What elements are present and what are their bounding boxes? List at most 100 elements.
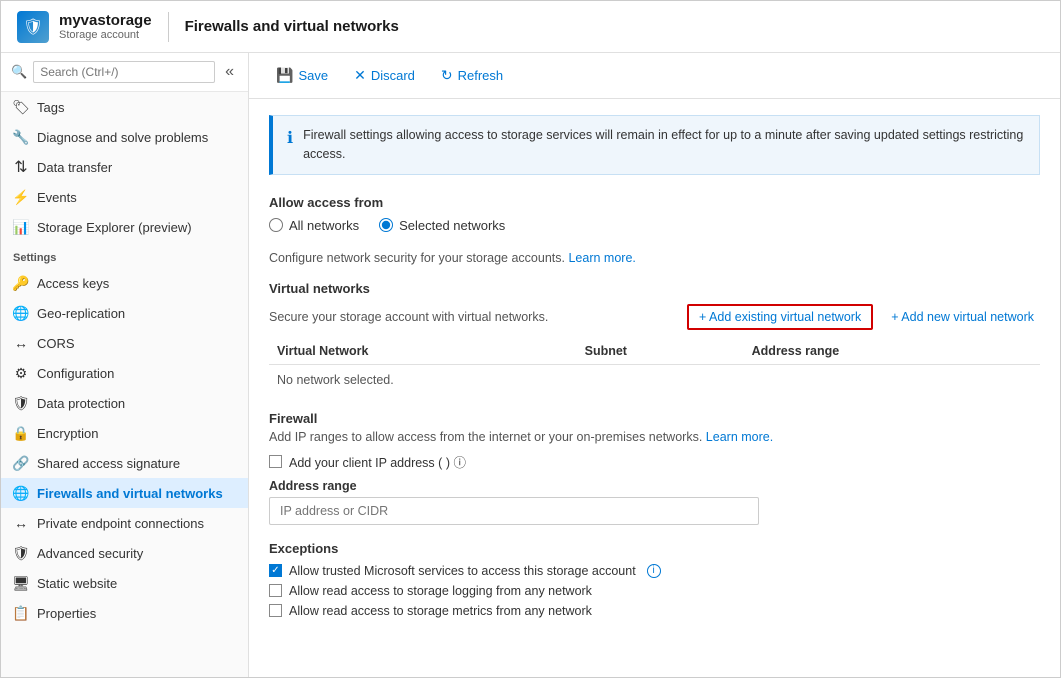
sidebar-item-events[interactable]: ⚡ Events <box>1 182 248 212</box>
vn-title: Virtual networks <box>269 281 370 296</box>
sidebar-label-access-keys: Access keys <box>37 276 109 291</box>
virtual-networks-table: Virtual Network Subnet Address range No … <box>269 338 1040 395</box>
sidebar-label-shared-access-signature: Shared access signature <box>37 456 180 471</box>
save-button[interactable]: 💾 Save <box>265 61 339 90</box>
sidebar-item-access-keys[interactable]: 🔑 Access keys <box>1 268 248 298</box>
cors-icon: ↔ <box>13 335 29 351</box>
read-logging-label: Allow read access to storage logging fro… <box>289 584 592 598</box>
no-network-text: No network selected. <box>269 364 1040 395</box>
search-bar[interactable]: 🔍 « <box>1 53 248 92</box>
sidebar-item-cors[interactable]: ↔ CORS <box>1 328 248 358</box>
read-logging-checkbox[interactable] <box>269 584 282 597</box>
sidebar-item-properties[interactable]: 📋 Properties <box>1 598 248 628</box>
sidebar-item-private-endpoint[interactable]: ↔ Private endpoint connections <box>1 508 248 538</box>
read-metrics-label: Allow read access to storage metrics fro… <box>289 604 592 618</box>
exception-read-logging[interactable]: Allow read access to storage logging fro… <box>269 584 1040 598</box>
sidebar-label-private-endpoint: Private endpoint connections <box>37 516 204 531</box>
radio-all-networks-label: All networks <box>289 218 359 233</box>
info-banner-icon: ℹ <box>287 127 293 151</box>
content-area: ℹ Firewall settings allowing access to s… <box>249 99 1060 677</box>
sidebar-label-static-website: Static website <box>37 576 117 591</box>
radio-all-networks-input[interactable] <box>269 218 283 232</box>
sidebar-label-tags: Tags <box>37 100 64 115</box>
sidebar-item-advanced-security[interactable]: 🛡 Advanced security <box>1 538 248 568</box>
data-transfer-icon: ⇅ <box>13 159 29 175</box>
geo-replication-icon: 🌐 <box>13 305 29 321</box>
address-range-label: Address range <box>269 479 1040 493</box>
sidebar-item-encryption[interactable]: 🔒 Encryption <box>1 418 248 448</box>
client-ip-checkbox[interactable] <box>269 455 282 468</box>
advanced-security-icon: 🛡 <box>13 545 29 561</box>
sidebar-item-data-transfer[interactable]: ⇅ Data transfer <box>1 152 248 182</box>
save-icon: 💾 <box>276 67 293 84</box>
settings-section-label: Settings <box>1 242 248 268</box>
add-new-virtual-network-button[interactable]: + Add new virtual network <box>885 306 1040 328</box>
discard-button[interactable]: ✕ Discard <box>343 61 426 90</box>
sidebar-item-geo-replication[interactable]: 🌐 Geo-replication <box>1 298 248 328</box>
vn-actions-row: Secure your storage account with virtual… <box>269 304 1040 330</box>
sidebar-label-data-protection: Data protection <box>37 396 125 411</box>
info-banner: ℹ Firewall settings allowing access to s… <box>269 115 1040 175</box>
address-range-input[interactable] <box>269 497 759 525</box>
page-title: Firewalls and virtual networks <box>185 18 399 35</box>
allow-access-label: Allow access from <box>269 195 1040 210</box>
exception-trusted-microsoft[interactable]: ✓ Allow trusted Microsoft services to ac… <box>269 564 1040 578</box>
sidebar-label-diagnose: Diagnose and solve problems <box>37 130 208 145</box>
sidebar-label-firewalls: Firewalls and virtual networks <box>37 486 223 501</box>
encryption-icon: 🔒 <box>13 425 29 441</box>
learn-more-link[interactable]: Learn more. <box>568 251 635 265</box>
sidebar-item-firewalls-virtual-networks[interactable]: 🌐 Firewalls and virtual networks <box>1 478 248 508</box>
private-endpoint-icon: ↔ <box>13 515 29 531</box>
shared-access-signature-icon: 🔗 <box>13 455 29 471</box>
client-ip-label: Add your client IP address ( ) ⓘ <box>289 452 466 471</box>
radio-selected-networks[interactable]: Selected networks <box>379 218 505 233</box>
trusted-microsoft-info-icon[interactable]: i <box>647 564 661 578</box>
header-divider <box>168 12 169 42</box>
body-layout: 🔍 « 🏷 Tags 🔧 Diagnose and solve problems… <box>1 53 1060 677</box>
sidebar: 🔍 « 🏷 Tags 🔧 Diagnose and solve problems… <box>1 53 249 677</box>
radio-all-networks[interactable]: All networks <box>269 218 359 233</box>
sidebar-label-encryption: Encryption <box>37 426 98 441</box>
trusted-microsoft-label: Allow trusted Microsoft services to acce… <box>289 564 636 578</box>
add-existing-virtual-network-button[interactable]: + Add existing virtual network <box>687 304 873 330</box>
save-label: Save <box>298 68 328 83</box>
sidebar-label-data-transfer: Data transfer <box>37 160 112 175</box>
properties-icon: 📋 <box>13 605 29 621</box>
radio-selected-networks-input[interactable] <box>379 218 393 232</box>
sidebar-item-diagnose[interactable]: 🔧 Diagnose and solve problems <box>1 122 248 152</box>
firewall-description: Add IP ranges to allow access from the i… <box>269 430 1040 444</box>
firewall-title: Firewall <box>269 411 1040 426</box>
firewall-section: Firewall Add IP ranges to allow access f… <box>269 411 1040 525</box>
sidebar-label-events: Events <box>37 190 77 205</box>
refresh-button[interactable]: ↻ Refresh <box>430 61 514 90</box>
collapse-sidebar-button[interactable]: « <box>221 61 238 83</box>
sidebar-item-shared-access-signature[interactable]: 🔗 Shared access signature <box>1 448 248 478</box>
radio-selected-networks-label: Selected networks <box>399 218 505 233</box>
resource-type: Storage account <box>59 29 152 41</box>
resource-name: myvastorage <box>59 12 152 29</box>
firewalls-icon: 🌐 <box>13 485 29 501</box>
sidebar-item-data-protection[interactable]: 🛡 Data protection <box>1 388 248 418</box>
sidebar-item-tags[interactable]: 🏷 Tags <box>1 92 248 122</box>
sidebar-item-static-website[interactable]: 🖥 Static website <box>1 568 248 598</box>
sidebar-item-configuration[interactable]: ⚙ Configuration <box>1 358 248 388</box>
configuration-icon: ⚙ <box>13 365 29 381</box>
client-ip-checkbox-item[interactable]: Add your client IP address ( ) ⓘ <box>269 452 1040 471</box>
radio-group-access: All networks Selected networks <box>269 218 1040 233</box>
resource-icon: 🛡 <box>17 11 49 43</box>
vn-col-subnet: Subnet <box>577 338 744 365</box>
toolbar: 💾 Save ✕ Discard ↻ Refresh <box>249 53 1060 99</box>
read-metrics-checkbox[interactable] <box>269 604 282 617</box>
storage-explorer-icon: 📊 <box>13 219 29 235</box>
sidebar-item-storage-explorer[interactable]: 📊 Storage Explorer (preview) <box>1 212 248 242</box>
data-protection-icon: 🛡 <box>13 395 29 411</box>
access-keys-icon: 🔑 <box>13 275 29 291</box>
resource-info: myvastorage Storage account <box>59 12 152 41</box>
configure-text: Configure network security for your stor… <box>269 251 1040 265</box>
search-input[interactable] <box>33 61 215 83</box>
exception-read-metrics[interactable]: Allow read access to storage metrics fro… <box>269 604 1040 618</box>
trusted-microsoft-checkbox[interactable]: ✓ <box>269 564 282 577</box>
firewall-learn-more-link[interactable]: Learn more. <box>706 430 773 444</box>
info-banner-text: Firewall settings allowing access to sto… <box>303 126 1025 164</box>
exceptions-section: Exceptions ✓ Allow trusted Microsoft ser… <box>269 541 1040 618</box>
